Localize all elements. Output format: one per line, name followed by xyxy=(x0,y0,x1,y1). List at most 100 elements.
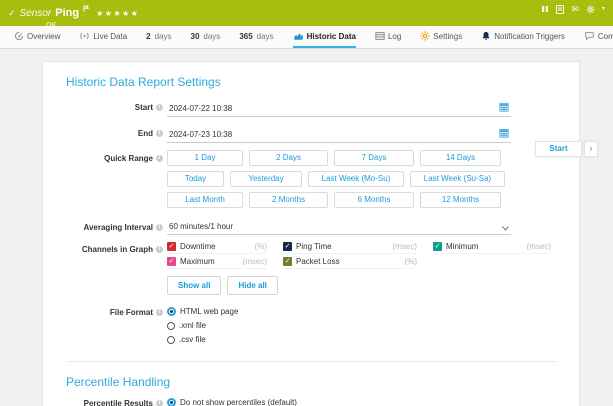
tab-30-days[interactable]: 30 days xyxy=(191,26,221,48)
info-icon xyxy=(156,224,163,231)
start-report-button-group: Start › xyxy=(535,141,598,157)
historic-data-form-panel: Historic Data Report Settings Start End xyxy=(42,61,580,406)
quick-range-last-week-su-sa-button[interactable]: Last Week (Su-Sa) xyxy=(410,171,505,187)
radio-label: HTML web page xyxy=(180,307,238,316)
info-icon xyxy=(156,104,163,111)
file-format-xml-radio[interactable] xyxy=(167,322,175,330)
tab-label: Log xyxy=(388,32,401,41)
calendar-icon[interactable] xyxy=(499,99,509,117)
tab-notification-triggers[interactable]: Notification Triggers xyxy=(481,26,565,48)
end-date-input[interactable] xyxy=(167,128,511,143)
email-icon[interactable]: ✉ xyxy=(571,5,579,13)
channels-in-graph-label: Channels in Graph xyxy=(82,245,153,254)
radio-label: .csv file xyxy=(179,335,206,344)
channel-maximum: ✓ Maximum (msec) xyxy=(167,257,267,269)
live-data-icon xyxy=(79,31,90,41)
quick-range-today-button[interactable]: Today xyxy=(167,171,224,187)
gear-icon[interactable] xyxy=(586,5,595,14)
quick-range-2-months-button[interactable]: 2 Months xyxy=(249,192,328,208)
file-format-html-radio[interactable] xyxy=(167,307,176,316)
tab-label: Comments xyxy=(598,32,613,41)
chevron-down-icon xyxy=(502,224,509,233)
check-icon: ✓ xyxy=(285,243,291,250)
tab-365-days[interactable]: 365 days xyxy=(239,26,273,48)
section-title-report-settings: Historic Data Report Settings xyxy=(66,75,579,89)
channel-checkbox[interactable]: ✓ xyxy=(167,242,176,251)
channel-name: Minimum xyxy=(446,242,478,251)
quick-range-1-day-button[interactable]: 1 Day xyxy=(167,150,243,166)
bell-icon xyxy=(481,31,491,41)
tab-2-days[interactable]: 2 days xyxy=(146,26,171,48)
radio-label: Do not show percentiles (default) xyxy=(180,398,297,406)
tab-label: Overview xyxy=(27,32,60,41)
channel-checkbox[interactable]: ✓ xyxy=(167,257,176,266)
quick-range-row: Quick Range 1 Day 2 Days 7 Days 14 Days … xyxy=(43,150,579,213)
averaging-interval-value: 60 minutes/1 hour xyxy=(169,222,233,231)
check-icon: ✓ xyxy=(285,258,291,265)
tab-overview[interactable]: Overview xyxy=(14,26,60,48)
channel-ping-time: ✓ Ping Time (msec) xyxy=(283,242,417,254)
channels-in-graph-row: Channels in Graph ✓ Downtime (%) ✓ Ping … xyxy=(43,242,579,295)
pause-icon[interactable] xyxy=(541,5,549,13)
tab-label: Notification Triggers xyxy=(494,32,565,41)
percentile-hide-radio[interactable] xyxy=(167,398,176,406)
quick-range-last-week-mo-su-button[interactable]: Last Week (Mo-Su) xyxy=(308,171,404,187)
section-title-percentile: Percentile Handling xyxy=(66,375,579,389)
calendar-icon[interactable] xyxy=(499,125,509,143)
channel-unit: (%) xyxy=(405,257,417,266)
quick-range-last-month-button[interactable]: Last Month xyxy=(167,192,243,208)
quick-range-7-days-button[interactable]: 7 Days xyxy=(334,150,414,166)
averaging-interval-select[interactable]: 60 minutes/1 hour xyxy=(167,220,511,235)
tab-settings[interactable]: Settings xyxy=(420,26,462,48)
averaging-interval-row: Averaging Interval 60 minutes/1 hour xyxy=(43,220,579,235)
channel-unit: (%) xyxy=(255,242,267,251)
channel-unit: (msec) xyxy=(527,242,551,251)
channel-name: Maximum xyxy=(180,257,215,266)
info-icon xyxy=(156,246,163,253)
info-icon xyxy=(156,130,163,137)
start-report-arrow-button[interactable]: › xyxy=(584,141,598,157)
channel-name: Packet Loss xyxy=(296,257,340,266)
status-check-icon: ✓ xyxy=(8,8,16,19)
file-format-row: File Format HTML web page .xml file .csv… xyxy=(43,307,579,349)
hide-all-button[interactable]: Hide all xyxy=(227,276,277,295)
tab-log[interactable]: Log xyxy=(375,26,401,48)
averaging-interval-label: Averaging Interval xyxy=(83,223,153,232)
check-icon: ✓ xyxy=(169,258,175,265)
log-icon xyxy=(375,31,385,41)
historic-data-chart-icon xyxy=(293,31,304,41)
end-label: End xyxy=(138,129,153,138)
overview-icon xyxy=(14,31,24,41)
file-format-csv-radio[interactable] xyxy=(167,336,175,344)
info-icon xyxy=(156,400,163,406)
quick-range-14-days-button[interactable]: 14 Days xyxy=(420,150,501,166)
dropdown-caret-icon[interactable]: ▾ xyxy=(602,5,605,13)
show-all-button[interactable]: Show all xyxy=(167,276,221,295)
tab-label: 2 xyxy=(146,32,150,41)
report-icon[interactable] xyxy=(556,5,564,14)
info-icon xyxy=(156,309,163,316)
channel-checkbox[interactable]: ✓ xyxy=(283,257,292,266)
quick-range-6-months-button[interactable]: 6 Months xyxy=(334,192,414,208)
channel-name: Ping Time xyxy=(296,242,332,251)
start-date-input[interactable] xyxy=(167,102,511,117)
radio-label: .xml file xyxy=(179,321,206,330)
section-divider xyxy=(66,361,558,362)
sensor-name[interactable]: Ping xyxy=(55,7,79,19)
sensor-type-label: Sensor xyxy=(20,8,52,19)
tab-comments[interactable]: Comments xyxy=(584,26,613,48)
page-content: Historic Data Report Settings Start End xyxy=(0,49,613,406)
start-report-button[interactable]: Start xyxy=(535,141,582,157)
quick-range-yesterday-button[interactable]: Yesterday xyxy=(230,171,302,187)
tab-historic-data[interactable]: Historic Data xyxy=(293,26,356,48)
channel-unit: (msec) xyxy=(243,257,267,266)
tab-label-suffix: days xyxy=(155,32,172,41)
channel-checkbox[interactable]: ✓ xyxy=(283,242,292,251)
tab-live-data[interactable]: Live Data xyxy=(79,26,127,48)
quick-range-12-months-button[interactable]: 12 Months xyxy=(420,192,501,208)
priority-stars[interactable]: ★★★★★ xyxy=(96,9,139,18)
quick-range-2-days-button[interactable]: 2 Days xyxy=(249,150,328,166)
tab-bar: Overview Live Data 2 days 30 days 365 da… xyxy=(0,26,613,49)
channel-checkbox[interactable]: ✓ xyxy=(433,242,442,251)
channel-minimum: ✓ Minimum (msec) xyxy=(433,242,551,254)
